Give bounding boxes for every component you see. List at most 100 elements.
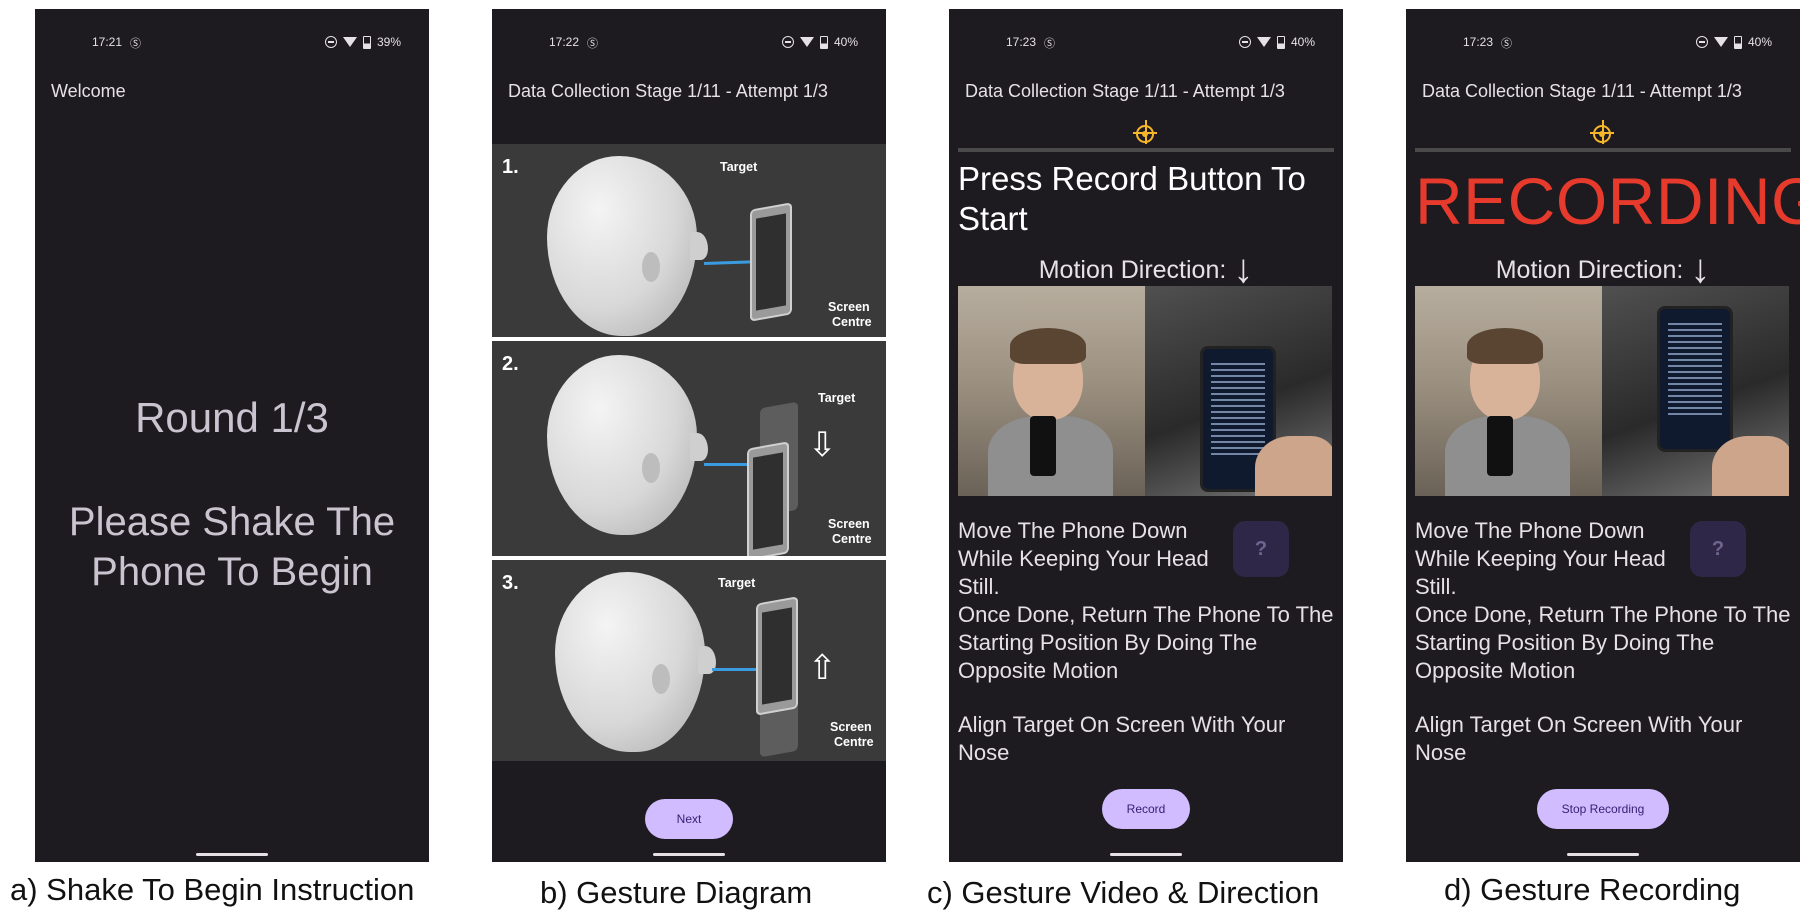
status-bar: 17:23 Ⓢ 40%: [949, 35, 1343, 55]
motion-direction-label: Motion Direction:: [1495, 256, 1684, 285]
centre-label: Centre: [834, 735, 874, 749]
crosshair-target-icon: [1590, 125, 1614, 143]
instruction-move: Move The Phone Down While Keeping Your H…: [1415, 518, 1666, 599]
battery-percent: 39%: [376, 35, 401, 49]
home-indicator[interactable]: [196, 853, 268, 856]
stop-recording-button[interactable]: Stop Recording: [1537, 789, 1669, 829]
video-front-view: [958, 286, 1145, 496]
caption-a: a) Shake To Begin Instruction: [10, 872, 415, 907]
head-illustration: [547, 355, 697, 535]
app-bar-title: Data Collection Stage 1/11 - Attempt 1/3: [1422, 81, 1742, 101]
status-bar: 17:23 Ⓢ 40%: [1406, 35, 1800, 55]
battery-percent: 40%: [1290, 35, 1315, 49]
record-button[interactable]: Record: [1102, 789, 1190, 829]
sim-icon: Ⓢ: [130, 38, 141, 50]
head-illustration: [547, 156, 697, 336]
battery-icon: [1733, 35, 1742, 49]
phone-illustration: [756, 596, 798, 716]
do-not-disturb-icon: [781, 36, 794, 48]
down-arrow-icon: ⇩: [808, 426, 837, 464]
app-bar-title: Welcome: [51, 81, 126, 101]
gesture-diagram: 1. Target Screen Centre 2. ⇩ Target Scre…: [492, 144, 886, 761]
crosshair-target-icon: [1133, 125, 1157, 143]
ear-illustration: [642, 453, 660, 483]
gesture-video[interactable]: [958, 286, 1332, 496]
wifi-icon: [1256, 37, 1271, 47]
caption-d: d) Gesture Recording: [1444, 872, 1741, 907]
phone-screen-gesture-recording: 17:23 Ⓢ 40% Data Collection Stage 1/11 -…: [1406, 9, 1800, 862]
sim-icon: Ⓢ: [1501, 38, 1512, 50]
sim-icon: Ⓢ: [587, 38, 598, 50]
screen-label: Screen: [828, 300, 870, 314]
ear-illustration: [642, 252, 660, 282]
panel-number: 1.: [502, 156, 519, 178]
help-button[interactable]: ?: [1690, 521, 1746, 577]
head-illustration: [555, 572, 705, 752]
video-phone-view: [1145, 286, 1332, 496]
caption-b: b) Gesture Diagram: [540, 875, 813, 910]
diagram-panel-3: 3. ⇧ Target Screen Centre: [492, 560, 886, 761]
gesture-video[interactable]: [1415, 286, 1789, 496]
do-not-disturb-icon: [1695, 36, 1708, 48]
phone-screen-gesture-diagram: 17:22 Ⓢ 40% Data Collection Stage 1/11 -…: [492, 9, 886, 862]
wifi-icon: [342, 37, 357, 47]
battery-icon: [362, 35, 371, 49]
app-bar-title: Data Collection Stage 1/11 - Attempt 1/3: [508, 81, 828, 101]
recording-status-heading: RECORDING: [1415, 164, 1800, 238]
do-not-disturb-icon: [1238, 36, 1251, 48]
phone-illustration: [750, 202, 792, 322]
battery-icon: [1276, 35, 1285, 49]
sim-icon: Ⓢ: [1044, 38, 1055, 50]
battery-percent: 40%: [1747, 35, 1772, 49]
nose-illustration: [690, 232, 708, 260]
instruction-move: Move The Phone Down While Keeping Your H…: [958, 518, 1209, 599]
nose-illustration: [690, 433, 708, 461]
phone-screen-welcome: 17:21 Ⓢ 39% Welcome Round 1/3 Please Sha…: [35, 9, 429, 862]
status-bar: 17:21 Ⓢ 39%: [35, 35, 429, 55]
app-bar-title: Data Collection Stage 1/11 - Attempt 1/3: [965, 81, 1285, 101]
status-time: 17:23: [1006, 35, 1037, 49]
home-indicator[interactable]: [653, 853, 725, 856]
panel-number: 2.: [502, 353, 519, 375]
help-button[interactable]: ?: [1233, 521, 1289, 577]
ear-illustration: [652, 664, 670, 694]
phone-illustration: [747, 441, 789, 556]
up-arrow-icon: ⇧: [808, 649, 837, 687]
target-label: Target: [720, 160, 758, 174]
status-time: 17:21: [92, 35, 123, 49]
record-prompt-heading: Press Record Button To Start: [958, 160, 1306, 237]
battery-icon: [819, 35, 828, 49]
panel-number: 3.: [502, 572, 519, 594]
video-phone-view: [1602, 286, 1789, 496]
do-not-disturb-icon: [324, 36, 337, 48]
progress-divider: [958, 148, 1334, 152]
progress-divider: [1415, 148, 1791, 152]
instruction-align: Align Target On Screen With Your Nose: [1415, 712, 1743, 765]
centre-label: Centre: [832, 315, 872, 329]
instruction-return: Once Done, Return The Phone To The Start…: [1415, 602, 1791, 683]
wifi-icon: [1713, 37, 1728, 47]
battery-percent: 40%: [833, 35, 858, 49]
screen-label: Screen: [830, 720, 872, 734]
motion-direction-label: Motion Direction:: [1038, 256, 1227, 285]
down-arrow-icon: ↓: [1233, 247, 1254, 291]
shake-instruction: Please Shake The Phone To Begin: [68, 500, 396, 594]
home-indicator[interactable]: [1110, 853, 1182, 856]
centre-label: Centre: [832, 532, 872, 546]
diagram-panel-2: 2. ⇩ Target Screen Centre: [492, 341, 886, 556]
instruction-align: Align Target On Screen With Your Nose: [958, 712, 1286, 765]
phone-screen-gesture-video: 17:23 Ⓢ 40% Data Collection Stage 1/11 -…: [949, 9, 1343, 862]
video-front-view: [1415, 286, 1602, 496]
caption-c: c) Gesture Video & Direction: [927, 875, 1320, 910]
down-arrow-icon: ↓: [1690, 247, 1711, 291]
diagram-panel-1: 1. Target Screen Centre: [492, 144, 886, 337]
status-time: 17:23: [1463, 35, 1494, 49]
target-label: Target: [718, 576, 756, 590]
round-label: Round 1/3: [135, 394, 329, 441]
screen-label: Screen: [828, 517, 870, 531]
next-button[interactable]: Next: [645, 799, 733, 839]
home-indicator[interactable]: [1567, 853, 1639, 856]
instruction-return: Once Done, Return The Phone To The Start…: [958, 602, 1334, 683]
wifi-icon: [799, 37, 814, 47]
target-label: Target: [818, 391, 856, 405]
